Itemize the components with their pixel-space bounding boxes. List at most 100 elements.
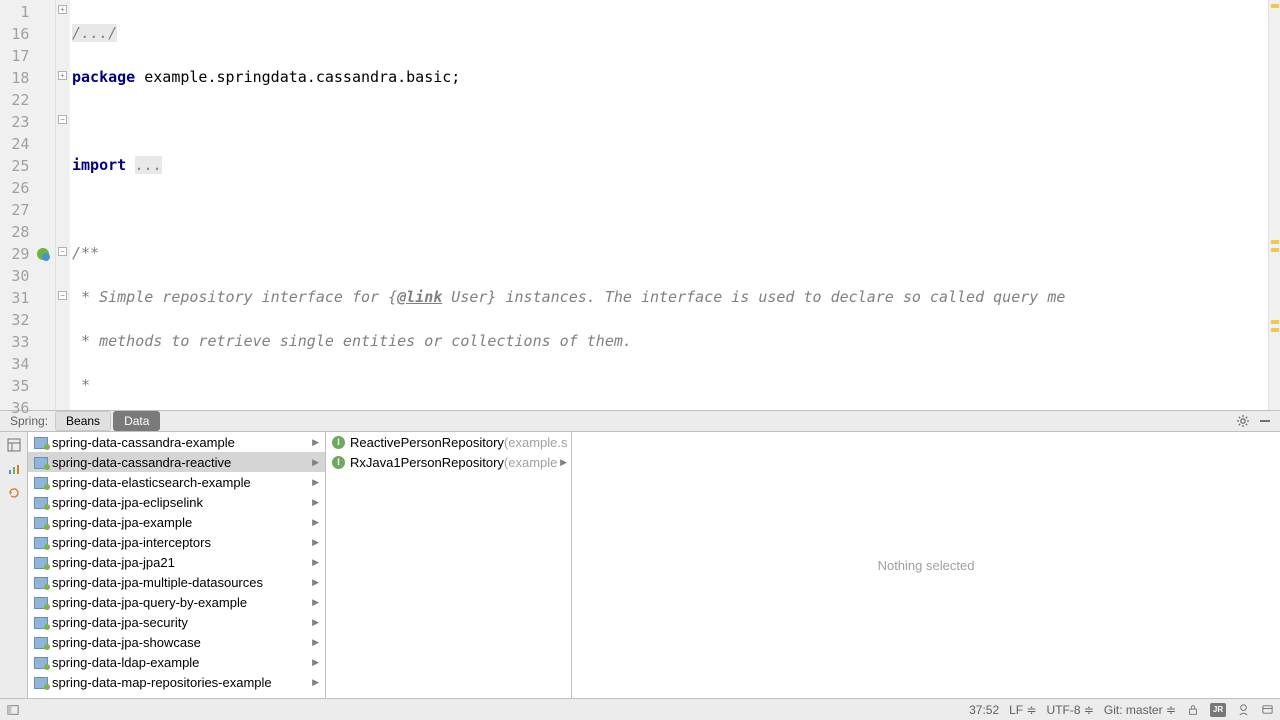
repo-name: ReactivePersonRepository: [350, 435, 504, 450]
refresh-icon[interactable]: [7, 486, 21, 500]
repository-item[interactable]: IReactivePersonRepository (example.s: [326, 432, 571, 452]
folded-region[interactable]: ...: [135, 156, 162, 174]
javadoc: } instances. The interface is used to de…: [487, 288, 1065, 306]
module-icon: [34, 535, 48, 549]
interface-icon: I: [332, 436, 345, 449]
module-icon: [34, 675, 48, 689]
line-separator[interactable]: LF ≑: [1009, 703, 1036, 717]
module-item[interactable]: spring-data-jpa-example▶: [28, 512, 325, 532]
error-stripe[interactable]: [1268, 0, 1280, 410]
fold-toggle[interactable]: −: [58, 247, 67, 256]
encoding[interactable]: UTF-8 ≑: [1047, 703, 1094, 717]
status-bar: 37:52 LF ≑ UTF-8 ≑ Git: master ≑ JR: [0, 698, 1280, 720]
hide-icon[interactable]: [1258, 414, 1272, 428]
module-item[interactable]: spring-data-map-repositories-example▶: [28, 672, 325, 692]
panel-sidebar: [0, 432, 28, 698]
git-branch[interactable]: Git: master ≑: [1104, 703, 1176, 717]
line-num: 16: [0, 23, 29, 45]
repository-list[interactable]: IReactivePersonRepository (example.sIRxJ…: [326, 432, 572, 698]
line-num: 29: [0, 243, 29, 265]
line-num: 23: [0, 111, 29, 133]
warning-marker[interactable]: [1271, 4, 1279, 8]
keyword: import: [72, 156, 126, 174]
javadoc: * Simple repository interface for {: [72, 288, 397, 306]
line-num: 35: [0, 375, 29, 397]
code-content[interactable]: /.../ package example.springdata.cassand…: [70, 0, 1268, 410]
module-item[interactable]: spring-data-jpa-eclipselink ▶: [28, 492, 325, 512]
chevron-right-icon: ▶: [312, 497, 319, 508]
chevron-right-icon: ▶: [312, 537, 319, 548]
module-label: spring-data-jpa-multiple-datasources: [52, 575, 263, 590]
spring-bean-icon[interactable]: [36, 247, 50, 261]
detail-pane: Nothing selected: [572, 432, 1280, 698]
module-icon: [34, 435, 48, 449]
editor-area: 1 16 17 18 22 23 24 25 26 27 28 29 30 31…: [0, 0, 1280, 410]
tool-windows-icon[interactable]: [6, 703, 20, 717]
module-item[interactable]: spring-data-jpa-interceptors▶: [28, 532, 325, 552]
line-num: 32: [0, 309, 29, 331]
warning-marker[interactable]: [1271, 240, 1279, 244]
module-icon: [34, 495, 48, 509]
line-num: 33: [0, 331, 29, 353]
line-numbers: 1 16 17 18 22 23 24 25 26 27 28 29 30 31…: [0, 0, 31, 410]
warning-marker[interactable]: [1271, 320, 1279, 324]
fold-toggle[interactable]: +: [58, 5, 67, 14]
chevron-right-icon: ▶: [312, 617, 319, 628]
line-num: 27: [0, 199, 29, 221]
notify-icon[interactable]: [1260, 703, 1274, 717]
module-label: spring-data-map-repositories-example: [52, 675, 272, 690]
gear-icon[interactable]: [1236, 414, 1250, 428]
empty-text: Nothing selected: [878, 558, 975, 573]
cursor-position[interactable]: 37:52: [969, 703, 999, 717]
tab-data[interactable]: Data: [113, 411, 160, 431]
module-list[interactable]: spring-data-cassandra-example▶spring-dat…: [28, 432, 326, 698]
module-item[interactable]: spring-data-cassandra-reactive ▶: [28, 452, 325, 472]
module-label: spring-data-jpa-jpa21: [52, 555, 175, 570]
module-icon: [34, 455, 48, 469]
fold-toggle[interactable]: −: [58, 115, 67, 124]
module-icon: [34, 575, 48, 589]
module-label: spring-data-jpa-query-by-example: [52, 595, 247, 610]
line-num: 22: [0, 89, 29, 111]
chart-icon[interactable]: [7, 462, 21, 476]
module-icon: [34, 635, 48, 649]
hector-icon[interactable]: [1236, 703, 1250, 717]
tab-beans[interactable]: Beans: [55, 411, 111, 431]
module-label: spring-data-jpa-eclipselink: [52, 495, 203, 510]
line-num: 36: [0, 397, 29, 419]
module-icon: [34, 615, 48, 629]
module-label: spring-data-cassandra-reactive: [52, 455, 231, 470]
fold-toggle[interactable]: +: [58, 71, 67, 80]
fold-toggle[interactable]: −: [58, 291, 67, 300]
line-num: 34: [0, 353, 29, 375]
repository-item[interactable]: IRxJava1PersonRepository (example▶: [326, 452, 571, 472]
module-item[interactable]: spring-data-jpa-multiple-datasources ▶: [28, 572, 325, 592]
chevron-right-icon: ▶: [312, 457, 319, 468]
chevron-right-icon: ▶: [312, 517, 319, 528]
inspection-icon[interactable]: JR: [1210, 703, 1226, 717]
lock-icon[interactable]: [1186, 703, 1200, 717]
warning-marker[interactable]: [1271, 248, 1279, 252]
folded-region[interactable]: /.../: [72, 24, 117, 42]
module-item[interactable]: spring-data-elasticsearch-example▶: [28, 472, 325, 492]
module-icon: [34, 515, 48, 529]
gutter-icons: [31, 0, 55, 410]
module-item[interactable]: spring-data-jpa-showcase▶: [28, 632, 325, 652]
module-item[interactable]: spring-data-jpa-query-by-example▶: [28, 592, 325, 612]
line-num: 24: [0, 133, 29, 155]
module-icon: [34, 475, 48, 489]
line-num: 25: [0, 155, 29, 177]
module-item[interactable]: spring-data-jpa-security▶: [28, 612, 325, 632]
chevron-right-icon: ▶: [312, 657, 319, 668]
module-item[interactable]: spring-data-cassandra-example▶: [28, 432, 325, 452]
module-item[interactable]: spring-data-ldap-example▶: [28, 652, 325, 672]
module-label: spring-data-cassandra-example: [52, 435, 235, 450]
interface-icon: I: [332, 456, 345, 469]
warning-marker[interactable]: [1271, 328, 1279, 332]
layout-icon[interactable]: [7, 438, 21, 452]
module-item[interactable]: spring-data-jpa-jpa21▶: [28, 552, 325, 572]
module-label: spring-data-jpa-showcase: [52, 635, 201, 650]
tool-window-header: Spring: Beans Data: [0, 410, 1280, 432]
chevron-right-icon: ▶: [312, 577, 319, 588]
line-num: 31: [0, 287, 29, 309]
